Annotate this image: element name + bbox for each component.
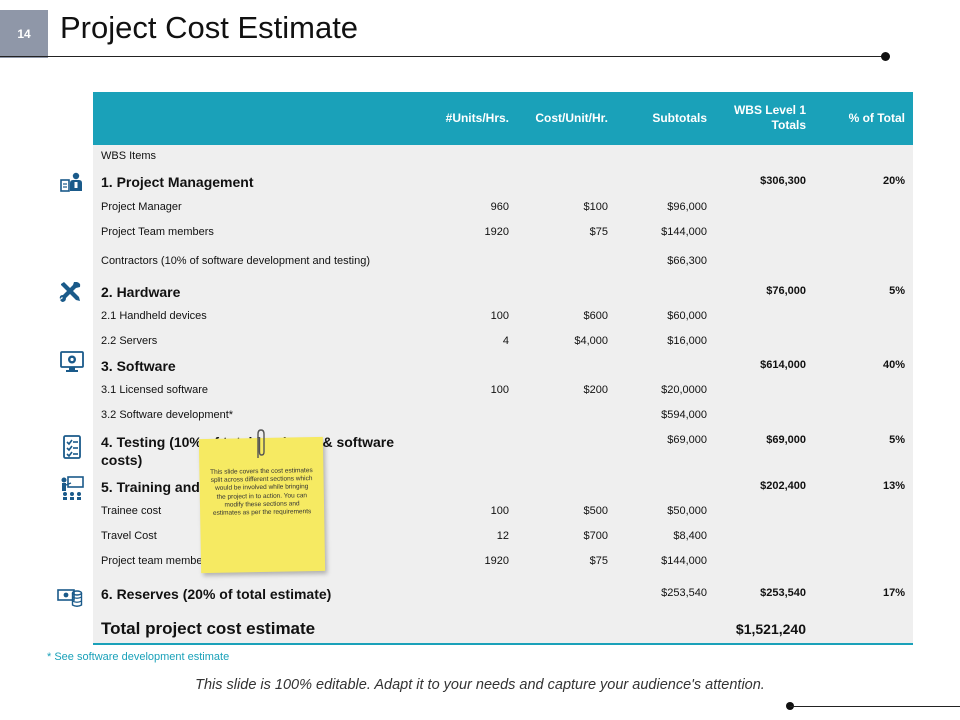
cell-units: 1920 bbox=[484, 226, 509, 238]
cell-wbs: $69,000 bbox=[766, 434, 806, 446]
table-bottom-rule bbox=[93, 643, 913, 645]
cell-pct: 17% bbox=[882, 587, 905, 599]
row-label: 3. Software bbox=[101, 358, 176, 374]
cell-wbs: $76,000 bbox=[766, 285, 806, 297]
cell-subtotal: $60,000 bbox=[667, 310, 707, 322]
cell-cost: $200 bbox=[583, 384, 608, 396]
row-label: Project team members bbox=[101, 555, 212, 567]
cell-wbs: $614,000 bbox=[760, 359, 806, 371]
row-label: 3.1 Licensed software bbox=[101, 384, 209, 396]
row-label: WBS Items bbox=[101, 150, 157, 162]
slide-number: 14 bbox=[0, 10, 48, 58]
bottom-caption: This slide is 100% editable. Adapt it to… bbox=[195, 677, 765, 693]
row-label: 2.1 Handheld devices bbox=[101, 310, 207, 322]
cell-cost: $600 bbox=[583, 310, 608, 322]
tools-icon bbox=[59, 282, 81, 302]
row-label: 2. Hardware bbox=[101, 284, 181, 300]
sticky-note-text: This slide covers the cost estimates spl… bbox=[210, 467, 313, 517]
cell-cost: $4,000 bbox=[574, 335, 608, 347]
cell-units: 100 bbox=[490, 384, 509, 396]
cell-subtotal: $69,000 bbox=[667, 434, 707, 446]
cell-subtotal: $50,000 bbox=[667, 505, 707, 517]
cell-pct: 5% bbox=[889, 285, 905, 297]
software-icon bbox=[60, 351, 84, 372]
row-label: Project Manager bbox=[101, 201, 182, 213]
row-label: 3.2 Software development* bbox=[101, 409, 234, 421]
cell-subtotal: $96,000 bbox=[667, 201, 707, 213]
cell-units: 100 bbox=[490, 505, 509, 517]
cell-pct: 40% bbox=[882, 359, 905, 371]
checklist-icon bbox=[63, 435, 81, 459]
cell-wbs: $202,400 bbox=[760, 480, 806, 492]
cell-cost: $500 bbox=[583, 505, 608, 517]
cell-cost: $75 bbox=[589, 555, 608, 567]
cell-units: 100 bbox=[490, 310, 509, 322]
row-label: Project Team members bbox=[101, 226, 214, 238]
cell-subtotal: $8,400 bbox=[673, 530, 707, 542]
cell-subtotal: $594,000 bbox=[661, 409, 707, 421]
cell-subtotal: $20,0000 bbox=[661, 384, 707, 396]
cell-units: 12 bbox=[496, 530, 509, 542]
header-cost: Cost/Unit/Hr. bbox=[535, 111, 608, 125]
bottom-divider bbox=[790, 706, 960, 707]
row-label: 2.2 Servers bbox=[101, 335, 158, 347]
cell-units: 1920 bbox=[484, 555, 509, 567]
total-value: $1,521,240 bbox=[735, 621, 806, 637]
cell-pct: 5% bbox=[889, 434, 905, 446]
total-label: Total project cost estimate bbox=[101, 619, 316, 638]
cell-cost: $100 bbox=[583, 201, 608, 213]
cell-units: 4 bbox=[502, 335, 509, 347]
money-icon bbox=[57, 589, 83, 607]
header-wbs-totals: WBS Level 1 Totals bbox=[734, 103, 806, 133]
cell-pct: 13% bbox=[882, 480, 905, 492]
page-title: Project Cost Estimate bbox=[60, 10, 359, 45]
table-header: #Units/Hrs. Cost/Unit/Hr. Subtotals WBS … bbox=[93, 92, 913, 145]
paperclip-icon bbox=[257, 429, 265, 458]
row-label-line2: costs) bbox=[101, 452, 143, 468]
header-wbs-line1: WBS Level 1 bbox=[733, 103, 806, 117]
row-label: 6. Reserves (20% of total estimate) bbox=[101, 586, 332, 602]
management-icon bbox=[60, 172, 82, 192]
cell-wbs: $253,540 bbox=[760, 587, 806, 599]
cell-cost: $700 bbox=[583, 530, 608, 542]
header-wbs-line2: Totals bbox=[771, 118, 806, 132]
footnote: * See software development estimate bbox=[47, 651, 230, 663]
cell-wbs: $306,300 bbox=[760, 175, 806, 187]
cell-subtotal: $144,000 bbox=[661, 226, 707, 238]
cell-units: 960 bbox=[490, 201, 509, 213]
cell-pct: 20% bbox=[882, 175, 905, 187]
row-label: Trainee cost bbox=[101, 505, 162, 517]
row-label: Contractors (10% of software development… bbox=[101, 255, 371, 267]
cell-cost: $75 bbox=[589, 226, 608, 238]
row-label: Travel Cost bbox=[101, 530, 157, 542]
cell-subtotal: $16,000 bbox=[667, 335, 707, 347]
row-label: 1. Project Management bbox=[101, 174, 254, 190]
training-icon bbox=[61, 476, 84, 500]
cell-subtotal: $253,540 bbox=[661, 587, 707, 599]
header-subtotals: Subtotals bbox=[652, 111, 707, 125]
title-divider bbox=[0, 56, 886, 57]
title-divider-dot bbox=[881, 52, 890, 61]
header-pct: % of Total bbox=[848, 111, 905, 125]
cell-subtotal: $66,300 bbox=[667, 255, 707, 267]
header-units: #Units/Hrs. bbox=[445, 111, 509, 125]
cell-subtotal: $144,000 bbox=[661, 555, 707, 567]
